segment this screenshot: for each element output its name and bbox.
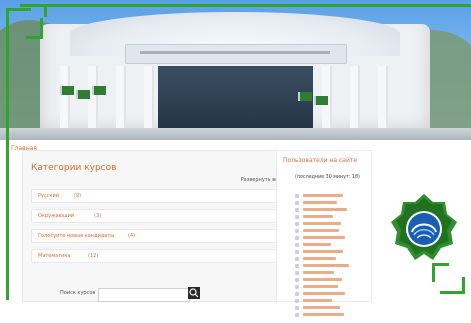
user-name [303,271,334,274]
user-name [303,257,336,260]
building-stairs [0,128,471,140]
user-name [303,264,349,267]
online-users-subtitle: (последние 30 минут: 18) [295,175,360,180]
building-sign-text [140,51,330,54]
category-item[interactable]: Голосуйте новые кандидаты (4) [31,229,285,243]
user-name [303,243,331,246]
user-name [303,285,338,288]
user-name [303,229,339,232]
category-count: (12) [88,253,99,259]
category-count: (9) [74,193,82,199]
hero-banner [0,0,471,140]
course-search: Поиск курсов [60,286,220,302]
flag-icon [314,96,328,105]
user-name [303,208,347,211]
category-count: (4) [128,233,136,239]
user-name [303,215,333,218]
online-users-block: Пользователи на сайте (последние 30 мину… [276,150,372,317]
frame-corner-down [26,18,43,39]
course-categories-panel: Категории курсов Развернуть всё Русский … [22,150,292,302]
category-item[interactable]: Математика (12) [31,249,285,263]
category-count: (3) [94,213,102,219]
user-name [303,278,342,281]
user-name [303,194,343,197]
category-label: Голосуйте новые кандидаты [38,233,115,239]
category-item[interactable]: Русский (9) [31,189,285,203]
category-label: Окружающий [38,213,75,219]
user-name [303,250,343,253]
user-name [303,313,344,316]
search-icon[interactable] [188,287,200,299]
user-name [303,236,345,239]
online-users-list [295,185,355,317]
user-name [303,299,332,302]
university-logo [387,192,461,266]
flag-icon [298,92,312,101]
category-label: Русский [38,193,59,199]
university-logo-icon [391,194,457,260]
building-sign [125,44,347,64]
user-name [303,201,337,204]
user-name [303,306,340,309]
flag-icon [60,86,74,95]
user-name [303,292,345,295]
user-name [303,222,341,225]
search-label: Поиск курсов [60,290,96,296]
expand-all-link[interactable]: Развернуть всё [241,177,281,183]
frame-corner-step [20,4,47,17]
online-users-title: Пользователи на сайте [283,157,358,164]
frame-left-line [6,22,9,300]
user-avatar [295,312,299,317]
frame-top-line [44,4,471,7]
search-icon-svg [189,288,199,298]
flag-icon [92,86,106,95]
online-user[interactable] [295,185,355,198]
category-label: Математика [38,253,71,259]
category-item[interactable]: Окружающий (3) [31,209,285,223]
flag-icon [76,90,90,99]
panel-title: Категории курсов [31,163,117,173]
